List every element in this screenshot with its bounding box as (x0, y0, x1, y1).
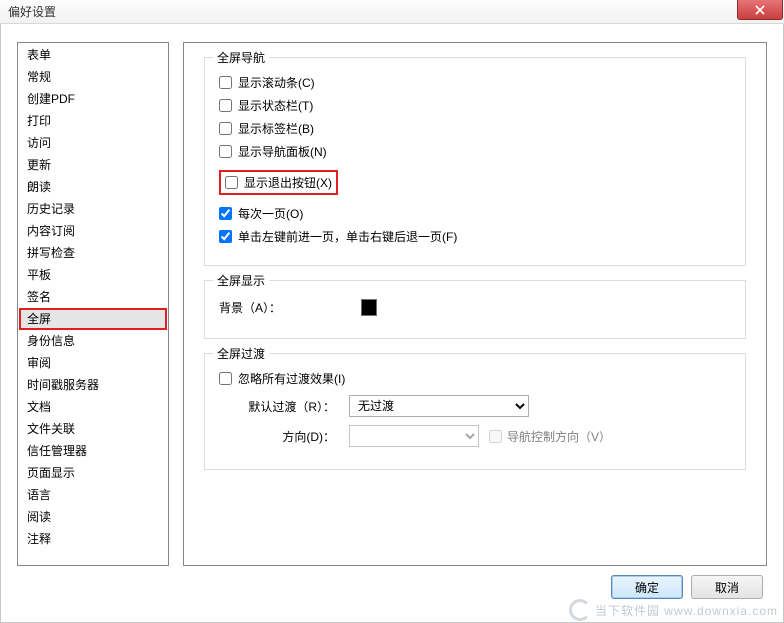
checkbox[interactable] (225, 176, 238, 189)
sidebar-item[interactable]: 时间戳服务器 (19, 374, 167, 396)
row-default-transition: 默认过渡（R）： 无过渡 (219, 395, 731, 417)
opt-show-exit-button[interactable]: 显示退出按钮(X) (219, 170, 338, 195)
sidebar-item[interactable]: 页面显示 (19, 462, 167, 484)
checkbox[interactable] (219, 76, 232, 89)
group-fullscreen-display: 全屏显示 背景（A）： (204, 280, 746, 339)
sidebar-item[interactable]: 更新 (19, 154, 167, 176)
sidebar-item[interactable]: 语言 (19, 484, 167, 506)
content-wrap: 表单常规创建PDF打印访问更新朗读历史记录内容订阅拼写检查平板签名全屏身份信息审… (17, 42, 767, 608)
default-transition-label: 默认过渡（R）： (219, 398, 339, 415)
sidebar-item[interactable]: 创建PDF (19, 88, 167, 110)
checkbox[interactable] (219, 207, 232, 220)
opt-label: 显示标签栏(B) (238, 120, 314, 137)
ok-button[interactable]: 确定 (611, 575, 683, 599)
opt-one-page[interactable]: 每次一页(O) (219, 205, 731, 222)
sidebar-item[interactable]: 常规 (19, 66, 167, 88)
dialog-footer: 确定 取消 (17, 566, 767, 608)
opt-show-scrollbar[interactable]: 显示滚动条(C) (219, 74, 731, 91)
window-title: 偏好设置 (8, 3, 56, 20)
sidebar-item[interactable]: 朗读 (19, 176, 167, 198)
sidebar-item[interactable]: 历史记录 (19, 198, 167, 220)
settings-panel: 全屏导航 显示滚动条(C) 显示状态栏(T) 显示标签栏(B) 显示导航面板(N… (183, 42, 767, 566)
checkbox[interactable] (219, 122, 232, 135)
sidebar-item[interactable]: 文件关联 (19, 418, 167, 440)
opt-label: 显示导航面板(N) (238, 143, 327, 160)
opt-label: 导航控制方向（V） (507, 428, 611, 445)
opt-label: 单击左键前进一页，单击右键后退一页(F) (238, 228, 457, 245)
opt-label: 显示退出按钮(X) (244, 174, 332, 191)
group-label: 全屏显示 (213, 272, 269, 289)
title-bar: 偏好设置 (0, 0, 784, 24)
row-direction: 方向(D)： 导航控制方向（V） (219, 425, 731, 447)
checkbox[interactable] (219, 372, 232, 385)
opt-show-tabbar[interactable]: 显示标签栏(B) (219, 120, 731, 137)
sidebar-item[interactable]: 内容订阅 (19, 220, 167, 242)
opt-show-navpanel[interactable]: 显示导航面板(N) (219, 143, 731, 160)
checkbox[interactable] (489, 430, 502, 443)
main-row: 表单常规创建PDF打印访问更新朗读历史记录内容订阅拼写检查平板签名全屏身份信息审… (17, 42, 767, 566)
client-area: 表单常规创建PDF打印访问更新朗读历史记录内容订阅拼写检查平板签名全屏身份信息审… (0, 24, 784, 623)
group-label: 全屏导航 (213, 49, 269, 66)
close-button[interactable] (737, 0, 783, 20)
row-background: 背景（A）： (219, 299, 731, 316)
sidebar-item[interactable]: 身份信息 (19, 330, 167, 352)
sidebar-item[interactable]: 签名 (19, 286, 167, 308)
close-icon (755, 5, 765, 15)
default-transition-select[interactable]: 无过渡 (349, 395, 529, 417)
sidebar-item[interactable]: 拼写检查 (19, 242, 167, 264)
sidebar-item[interactable]: 表单 (19, 44, 167, 66)
opt-label: 显示状态栏(T) (238, 97, 313, 114)
checkbox[interactable] (219, 230, 232, 243)
category-sidebar[interactable]: 表单常规创建PDF打印访问更新朗读历史记录内容订阅拼写检查平板签名全屏身份信息审… (17, 42, 169, 566)
opt-ignore-transitions[interactable]: 忽略所有过渡效果(I) (219, 370, 731, 387)
sidebar-item[interactable]: 文档 (19, 396, 167, 418)
checkbox[interactable] (219, 145, 232, 158)
checkbox[interactable] (219, 99, 232, 112)
sidebar-item[interactable]: 审阅 (19, 352, 167, 374)
sidebar-item[interactable]: 注释 (19, 528, 167, 550)
group-fullscreen-nav: 全屏导航 显示滚动条(C) 显示状态栏(T) 显示标签栏(B) 显示导航面板(N… (204, 57, 746, 266)
opt-nav-control-direction[interactable]: 导航控制方向（V） (489, 428, 611, 445)
sidebar-item[interactable]: 打印 (19, 110, 167, 132)
sidebar-item[interactable]: 访问 (19, 132, 167, 154)
opt-label: 显示滚动条(C) (238, 74, 315, 91)
opt-click-navigate[interactable]: 单击左键前进一页，单击右键后退一页(F) (219, 228, 731, 245)
sidebar-item[interactable]: 信任管理器 (19, 440, 167, 462)
bg-label: 背景（A）： (219, 299, 281, 316)
opt-label: 忽略所有过渡效果(I) (238, 370, 345, 387)
direction-select[interactable] (349, 425, 479, 447)
opt-label: 每次一页(O) (238, 205, 303, 222)
group-fullscreen-transition: 全屏过渡 忽略所有过渡效果(I) 默认过渡（R）： 无过渡 方向(D)： 导航控… (204, 353, 746, 470)
cancel-button[interactable]: 取消 (691, 575, 763, 599)
direction-label: 方向(D)： (219, 428, 339, 445)
sidebar-item[interactable]: 平板 (19, 264, 167, 286)
bg-color-swatch[interactable] (361, 299, 377, 316)
sidebar-item[interactable]: 全屏 (19, 308, 167, 330)
group-label: 全屏过渡 (213, 345, 269, 362)
opt-show-statusbar[interactable]: 显示状态栏(T) (219, 97, 731, 114)
sidebar-item[interactable]: 阅读 (19, 506, 167, 528)
